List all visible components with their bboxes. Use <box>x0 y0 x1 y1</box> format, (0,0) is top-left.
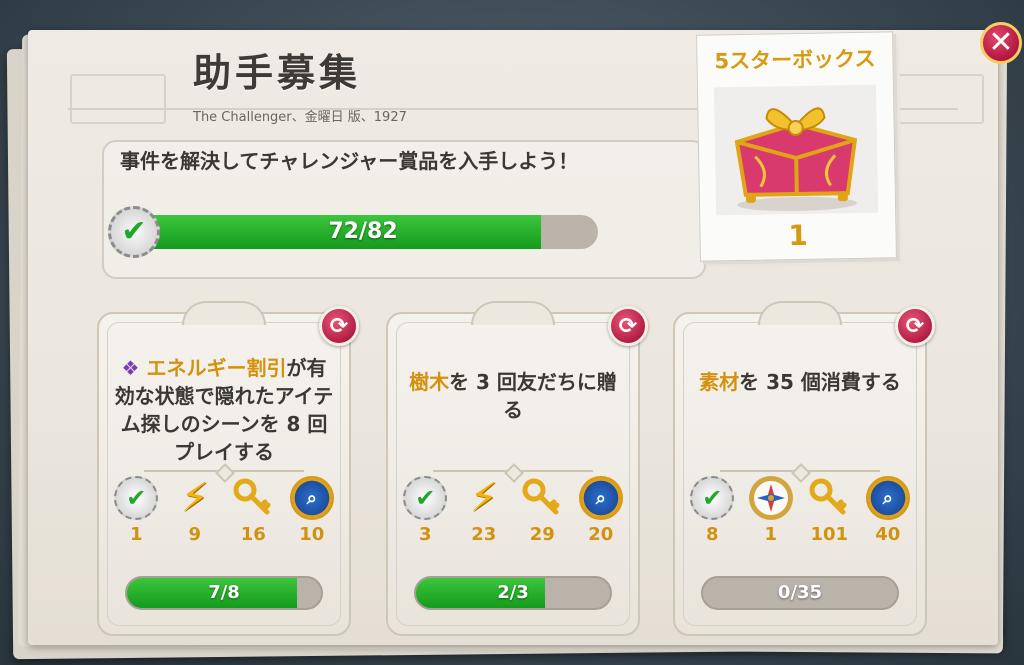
task-progress-bar: 0/35 <box>701 576 899 610</box>
reward-value: 16 <box>240 524 266 545</box>
reward-value: 1 <box>129 524 143 545</box>
task-description: ❖ エネルギー割引が有効な状態で隠れたアイテム探しのシーンを 8 回プレイする <box>113 354 335 466</box>
close-button[interactable]: ✕ <box>980 22 1022 64</box>
magnifier-seal-icon: ⌕ <box>865 476 910 520</box>
task-divider <box>433 466 593 476</box>
reward-value: 9 <box>188 524 202 545</box>
reward-item: 101 <box>801 476 857 545</box>
reward-count: 1 <box>788 218 809 253</box>
task-divider <box>720 466 880 476</box>
refresh-task-button[interactable]: ⟳ <box>608 306 648 346</box>
check-badge-icon: ✔ <box>403 476 448 520</box>
reward-value: 10 <box>299 524 325 545</box>
task-highlight: エネルギー割引 <box>146 356 287 380</box>
reward-item: ⌕ 10 <box>284 476 340 545</box>
reward-value: 20 <box>588 524 614 545</box>
task-card: ⟳ 素材を 35 個消費する ✔ 8 1 101 ⌕ 40 0/35 <box>673 301 935 636</box>
reward-item: 1 <box>743 476 799 545</box>
check-badge-icon: ✔ <box>114 476 159 520</box>
quest-progress-label: 72/82 <box>328 219 398 244</box>
task-divider <box>144 466 304 476</box>
reward-item: ✔ 3 <box>397 476 453 545</box>
reward-value: 23 <box>471 524 497 545</box>
task-card-ornament <box>182 301 266 325</box>
reward-item: ⚡ 23 <box>456 476 512 545</box>
reward-value: 1 <box>764 524 778 545</box>
reward-value: 40 <box>875 524 901 545</box>
page-subtitle: The Challenger、金曜日 版、1927 <box>193 110 407 125</box>
compass-icon <box>748 476 793 520</box>
key-icon <box>520 476 564 520</box>
task-progress-label: 0/35 <box>777 582 823 603</box>
lightning-icon: ⚡ <box>469 475 498 521</box>
reward-value: 8 <box>705 524 719 545</box>
refresh-task-button[interactable]: ⟳ <box>895 306 935 346</box>
close-icon: ✕ <box>988 25 1014 60</box>
reward-item: ✔ 8 <box>684 476 740 545</box>
magnifier-seal-icon: ⌕ <box>289 476 334 520</box>
reward-item: 16 <box>225 476 281 545</box>
task-description: 樹木を 3 回友だちに贈る <box>402 368 624 424</box>
key-icon <box>807 476 851 520</box>
task-card-ornament <box>758 301 842 325</box>
task-rewards: ✔ 8 1 101 ⌕ 40 <box>683 476 917 545</box>
task-rewards: ✔ 1 ⚡ 9 16 ⌕ 10 <box>107 476 341 545</box>
reward-title: 5スターボックス <box>714 46 876 74</box>
reward-item: 29 <box>514 476 570 545</box>
key-icon <box>231 476 275 520</box>
refresh-icon: ⟳ <box>329 313 349 339</box>
task-highlight: 素材 <box>699 370 740 394</box>
quest-description: 事件を解決してチャレンジャー賞品を入手しよう！ <box>120 149 579 173</box>
task-description: 素材を 35 個消費する <box>689 368 911 396</box>
task-progress-label: 7/8 <box>208 582 240 603</box>
check-badge-icon: ✔ <box>690 476 735 520</box>
reward-card[interactable]: 5スターボックス 1 <box>696 31 897 262</box>
task-card: ⟳ ❖ エネルギー割引が有効な状態で隠れたアイテム探しのシーンを 8 回プレイす… <box>97 301 359 636</box>
reward-value: 29 <box>529 524 555 545</box>
energy-discount-icon: ❖ <box>121 356 140 380</box>
newspaper-ornament <box>888 74 984 124</box>
reward-item: ⌕ 20 <box>573 476 629 545</box>
task-rewards: ✔ 3 ⚡ 23 29 ⌕ 20 <box>396 476 630 545</box>
task-progress-label: 2/3 <box>497 582 529 603</box>
task-card: ⟳ 樹木を 3 回友だちに贈る ✔ 3 ⚡ 23 29 ⌕ 20 2/3 <box>386 301 648 636</box>
reward-value: 101 <box>810 524 849 545</box>
task-highlight: 樹木 <box>409 370 450 394</box>
page-title: 助手募集 <box>193 51 362 95</box>
newspaper-ornament <box>70 74 166 124</box>
task-progress-bar: 7/8 <box>125 576 323 610</box>
task-card-ornament <box>471 301 555 325</box>
check-badge-icon: ✔ <box>108 206 160 258</box>
reward-item: ⚡ 9 <box>167 476 223 545</box>
refresh-task-button[interactable]: ⟳ <box>319 306 359 346</box>
task-text: を 35 個消費する <box>739 370 901 394</box>
reward-value: 3 <box>418 524 432 545</box>
refresh-icon: ⟳ <box>618 313 638 339</box>
reward-item: ⌕ 40 <box>860 476 916 545</box>
magnifier-seal-icon: ⌕ <box>578 476 623 520</box>
task-progress-bar: 2/3 <box>414 576 612 610</box>
quest-progress-bar: 72/82 <box>128 215 598 249</box>
reward-item: ✔ 1 <box>108 476 164 545</box>
lightning-icon: ⚡ <box>180 475 209 521</box>
task-text: を 3 回友だちに贈る <box>449 370 617 422</box>
refresh-icon: ⟳ <box>905 313 925 339</box>
gift-box-icon <box>713 84 879 216</box>
